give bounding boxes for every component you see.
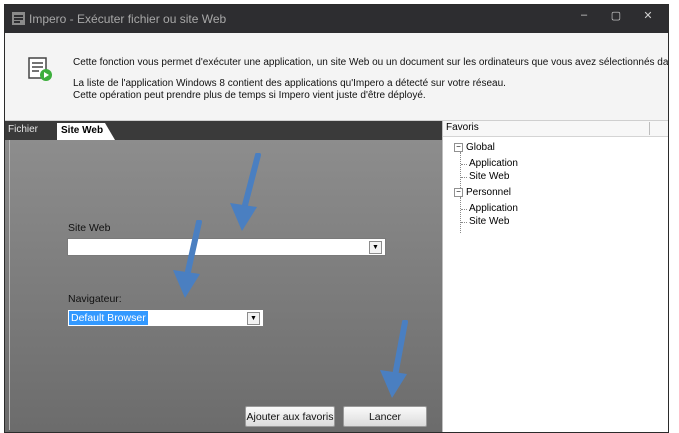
navigateur-value: Default Browser (69, 311, 148, 325)
arrow-annotation-icon (230, 153, 261, 231)
tree-group-personnel[interactable]: − Personnel (454, 187, 511, 198)
arrow-annotation-icon (173, 220, 202, 298)
info-panel: Cette fonction vous permet d'exécuter un… (5, 33, 668, 121)
app-icon (12, 12, 25, 25)
launch-button[interactable]: Lancer (343, 406, 427, 427)
site-web-form: Site Web ▼ Navigateur: Default Browser ▼… (9, 140, 441, 430)
tree-connector (461, 164, 467, 165)
info-app-list-note: La liste de l'application Windows 8 cont… (73, 78, 506, 89)
site-web-combobox[interactable]: ▼ (67, 238, 386, 256)
chevron-down-icon[interactable]: ▼ (247, 312, 260, 325)
collapse-icon[interactable]: − (454, 143, 463, 152)
tree-item-application[interactable]: Application (469, 203, 518, 214)
navigateur-label: Navigateur: (68, 293, 122, 305)
tree-group-label: Personnel (466, 187, 512, 198)
run-panel: Fichier Site Web Site Web ▼ Navigateur: … (5, 121, 442, 432)
tree-group-label: Global (466, 142, 495, 153)
tree-connector (461, 222, 467, 223)
document-run-icon (28, 57, 52, 81)
tab-fichier[interactable]: Fichier (8, 124, 38, 135)
tab-site-web[interactable]: Site Web (57, 123, 115, 140)
tab-strip: Fichier Site Web (5, 121, 442, 140)
app-window: Impero - Exécuter fichier ou site Web – … (4, 4, 669, 433)
tree-item-site-web[interactable]: Site Web (469, 171, 509, 182)
collapse-icon[interactable]: − (454, 188, 463, 197)
info-description: Cette fonction vous permet d'exécuter un… (73, 57, 669, 68)
column-separator[interactable] (649, 122, 650, 135)
tree-connector (460, 152, 461, 188)
favoris-header-label: Favoris (446, 122, 479, 133)
favoris-header: Favoris (443, 121, 668, 137)
add-favorite-button[interactable]: Ajouter aux favoris (245, 406, 335, 427)
chevron-down-icon[interactable]: ▼ (369, 241, 382, 254)
tree-item-application[interactable]: Application (469, 158, 518, 169)
tree-group-global[interactable]: − Global (454, 142, 495, 153)
close-button[interactable]: ✕ (635, 9, 661, 29)
tree-connector (461, 209, 467, 210)
navigateur-combobox[interactable]: Default Browser ▼ (67, 309, 264, 327)
window-title: Impero - Exécuter fichier ou site Web (29, 12, 227, 26)
tree-connector (460, 197, 461, 233)
info-deploy-note: Cette opération peut prendre plus de tem… (73, 90, 426, 101)
tree-connector (461, 177, 467, 178)
title-bar[interactable]: Impero - Exécuter fichier ou site Web – … (5, 5, 668, 33)
arrow-annotation-icon (380, 320, 408, 398)
minimize-button[interactable]: – (571, 9, 597, 29)
favoris-panel: Favoris − Global Application Site Web − Pe… (442, 121, 668, 432)
site-web-value (69, 240, 73, 254)
site-web-label: Site Web (68, 222, 111, 234)
maximize-button[interactable]: ▢ (603, 9, 629, 29)
tree-item-site-web[interactable]: Site Web (469, 216, 509, 227)
